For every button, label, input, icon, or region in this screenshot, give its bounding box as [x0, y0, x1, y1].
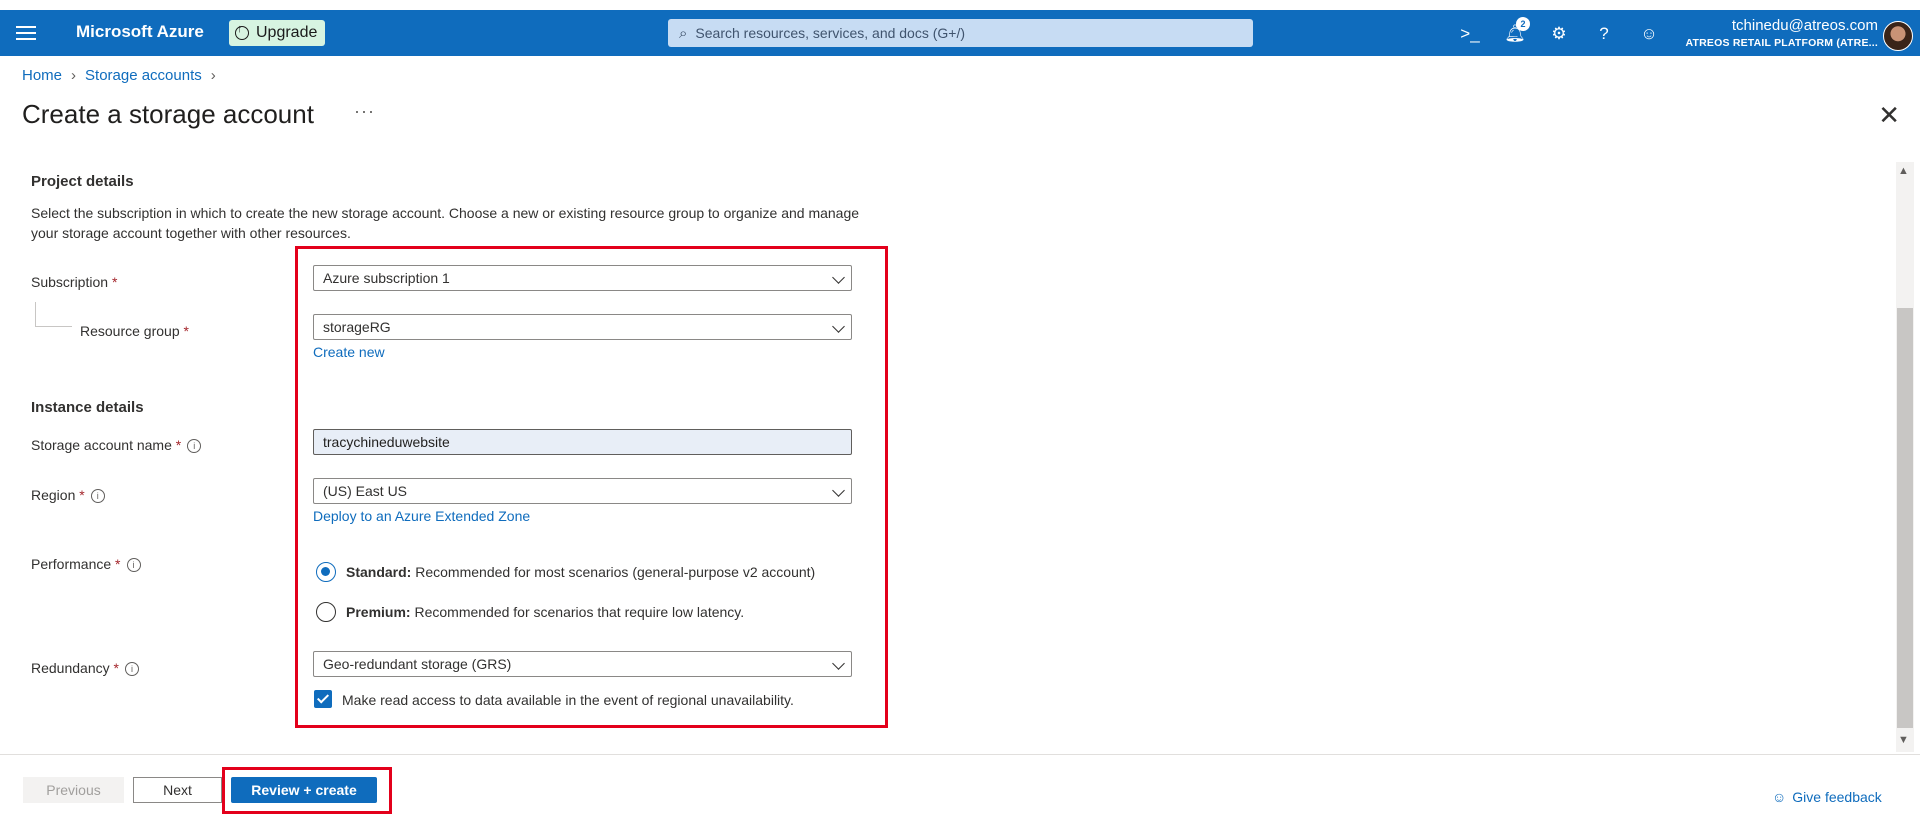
- brand-title[interactable]: Microsoft Azure: [76, 22, 204, 42]
- close-icon[interactable]: ✕: [1878, 100, 1900, 131]
- upgrade-label: Upgrade: [256, 24, 318, 41]
- account-email: tchinedu@atreos.com: [1731, 17, 1878, 34]
- review-create-button[interactable]: Review + create: [231, 777, 377, 803]
- info-icon[interactable]: i: [126, 558, 141, 573]
- footer-divider: [0, 754, 1920, 755]
- help-icon[interactable]: ?: [1591, 21, 1617, 47]
- subscription-label: Subscription *: [31, 274, 118, 290]
- region-dropdown[interactable]: (US) East US: [313, 478, 852, 504]
- breadcrumb: Home › Storage accounts ›: [22, 67, 225, 84]
- project-details-heading: Project details: [31, 173, 134, 190]
- performance-label: Performance * i: [31, 556, 141, 573]
- account-tenant: ATREOS RETAIL PLATFORM (ATRE...: [1685, 37, 1878, 49]
- performance-premium-label[interactable]: Premium: Recommended for scenarios that …: [346, 604, 744, 620]
- scroll-down-icon[interactable]: ▼: [1898, 734, 1909, 746]
- chevron-down-icon: [832, 320, 845, 333]
- breadcrumb-storage-accounts[interactable]: Storage accounts: [85, 67, 202, 84]
- account-info[interactable]: tchinedu@atreos.com ATREOS RETAIL PLATFO…: [1686, 17, 1878, 49]
- give-feedback-link[interactable]: ☺ Give feedback: [1772, 789, 1882, 805]
- info-icon[interactable]: i: [90, 489, 105, 504]
- hamburger-menu-icon[interactable]: [14, 22, 38, 44]
- redundancy-dropdown[interactable]: Geo-redundant storage (GRS): [313, 651, 852, 677]
- cloud-shell-icon[interactable]: >_: [1457, 21, 1483, 47]
- chevron-down-icon: [832, 657, 845, 670]
- performance-standard-label[interactable]: Standard: Recommended for most scenarios…: [346, 564, 815, 580]
- performance-standard-radio[interactable]: [316, 562, 336, 582]
- storage-account-name-label: Storage account name * i: [31, 437, 202, 454]
- next-button[interactable]: Next: [133, 777, 222, 803]
- redundancy-label: Redundancy * i: [31, 660, 139, 677]
- top-strip: [0, 0, 1920, 10]
- region-label: Region * i: [31, 487, 105, 504]
- search-icon: ⌕: [679, 24, 688, 42]
- top-navigation-bar: Microsoft Azure Upgrade ⌕ Search resourc…: [0, 10, 1920, 56]
- instance-details-heading: Instance details: [31, 399, 144, 416]
- storage-account-name-input[interactable]: [313, 429, 852, 455]
- resource-group-dropdown[interactable]: storageRG: [313, 314, 852, 340]
- resource-group-label: Resource group *: [80, 323, 189, 339]
- search-placeholder: Search resources, services, and docs (G+…: [695, 25, 966, 41]
- tree-connector: [35, 302, 72, 327]
- subscription-dropdown[interactable]: Azure subscription 1: [313, 265, 852, 291]
- create-new-resource-group-link[interactable]: Create new: [313, 344, 385, 360]
- scroll-up-icon[interactable]: ▲: [1898, 165, 1909, 177]
- previous-button[interactable]: Previous: [23, 777, 124, 803]
- breadcrumb-home[interactable]: Home: [22, 67, 62, 84]
- upgrade-arrow-icon: [235, 23, 249, 40]
- upgrade-button[interactable]: Upgrade: [229, 20, 326, 46]
- page-title: Create a storage account: [22, 99, 314, 129]
- avatar[interactable]: [1883, 21, 1913, 51]
- settings-gear-icon[interactable]: ⚙: [1546, 21, 1572, 47]
- chevron-right-icon: ›: [71, 67, 77, 84]
- read-access-label[interactable]: Make read access to data available in th…: [342, 692, 794, 708]
- more-options-icon[interactable]: ···: [354, 101, 375, 122]
- performance-premium-radio[interactable]: [316, 602, 336, 622]
- read-access-checkbox[interactable]: [314, 690, 332, 708]
- global-search-input[interactable]: ⌕ Search resources, services, and docs (…: [668, 19, 1253, 47]
- notifications-badge: 2: [1516, 17, 1530, 31]
- feedback-person-icon[interactable]: ☺: [1636, 21, 1662, 47]
- chevron-down-icon: [832, 271, 845, 284]
- chevron-down-icon: [832, 484, 845, 497]
- notifications-bell-icon[interactable]: 🔔︎ 2: [1502, 17, 1530, 47]
- feedback-icon: ☺: [1772, 789, 1787, 805]
- info-icon[interactable]: i: [124, 662, 139, 677]
- scrollbar-thumb[interactable]: [1897, 308, 1913, 728]
- project-details-description: Select the subscription in which to crea…: [31, 205, 860, 241]
- chevron-right-icon: ›: [210, 67, 216, 84]
- extended-zone-link[interactable]: Deploy to an Azure Extended Zone: [313, 508, 530, 524]
- info-icon[interactable]: i: [187, 439, 202, 454]
